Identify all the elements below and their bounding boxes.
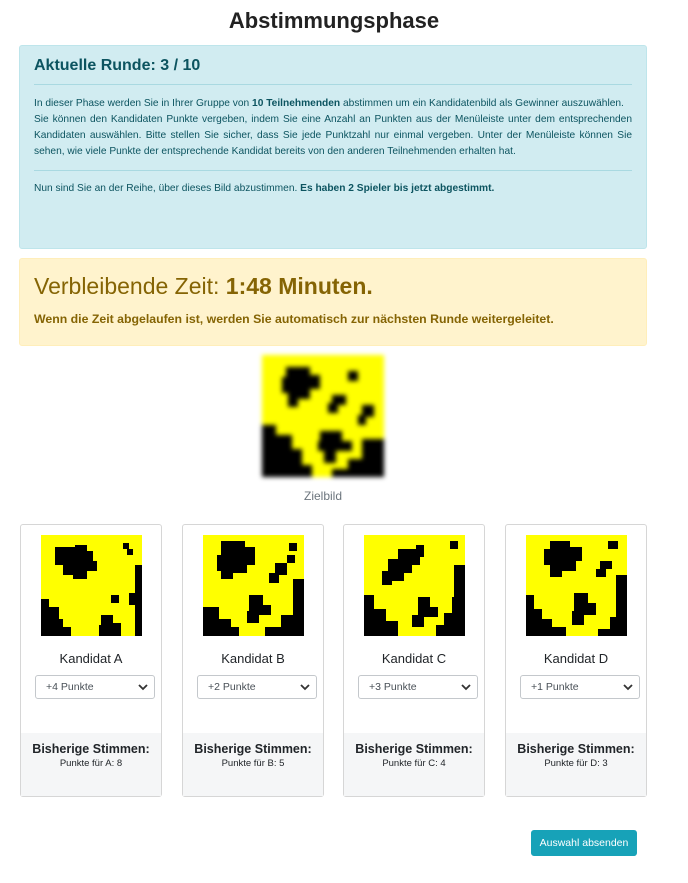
votes-footer: Bisherige Stimmen: Punkte für D: 3	[506, 733, 646, 796]
candidate-name: Kandidat D	[543, 651, 609, 666]
divider	[34, 84, 632, 85]
points-select-d[interactable]: +1 Punkte	[520, 675, 640, 699]
votes-text: Punkte für D: 3	[544, 758, 608, 769]
turn-text: Nun sind Sie an der Reihe, über dieses B…	[34, 183, 301, 194]
chevron-down-icon	[461, 684, 471, 691]
candidate-name: Kandidat B	[221, 651, 285, 666]
votes-text: Punkte für C: 4	[382, 758, 446, 769]
candidate-card-a: Kandidat A +4 Punkte Bisherige Stimmen: …	[20, 524, 162, 797]
remaining-time-value: 1:48 Minuten.	[225, 273, 373, 299]
points-select-a[interactable]: +4 Punkte	[35, 675, 155, 699]
remaining-time-prefix: Verbleibende Zeit:	[34, 273, 226, 299]
points-select-value: +2 Punkte	[208, 681, 256, 693]
candidate-card-d: Kandidat D +1 Punkte Bisherige Stimmen: …	[505, 524, 647, 797]
instructions-text: In dieser Phase werden Sie in Ihrer Grup…	[34, 96, 632, 160]
points-select-value: +4 Punkte	[46, 681, 94, 693]
participants-count: 10 Teilnehmenden	[252, 98, 341, 109]
instructions-details: Sie können den Kandidaten Punkte vergebe…	[34, 114, 632, 157]
candidate-image-d	[526, 535, 627, 636]
timer-note: Wenn die Zeit abgelaufen ist, werden Sie…	[34, 312, 554, 326]
votes-text: Punkte für B: 5	[221, 758, 285, 769]
round-info-panel: Aktuelle Runde: 3 / 10 In dieser Phase w…	[19, 45, 647, 249]
votes-title: Bisherige Stimmen:	[32, 742, 150, 756]
votes-footer: Bisherige Stimmen: Punkte für C: 4	[344, 733, 484, 796]
turn-info: Nun sind Sie an der Reihe, über dieses B…	[34, 181, 632, 197]
timer-panel: Verbleibende Zeit: 1:48 Minuten. Wenn di…	[19, 258, 647, 346]
votes-footer: Bisherige Stimmen: Punkte für B: 5	[183, 733, 323, 796]
target-caption: Zielbild	[303, 489, 342, 503]
candidate-image-b	[203, 535, 304, 636]
instructions-part: abstimmen um ein Kandidatenbild als Gewi…	[340, 98, 624, 109]
voted-count-text: Es haben 2 Spieler bis jetzt abgestimmt.	[300, 183, 495, 194]
submit-button[interactable]: Auswahl absenden	[531, 830, 637, 856]
candidate-card-c: Kandidat C +3 Punkte Bisherige Stimmen: …	[343, 524, 485, 797]
votes-text: Punkte für A: 8	[59, 758, 123, 769]
points-select-b[interactable]: +2 Punkte	[197, 675, 317, 699]
candidate-card-b: Kandidat B +2 Punkte Bisherige Stimmen: …	[182, 524, 324, 797]
page-title: Abstimmungsphase	[228, 8, 440, 33]
candidate-name: Kandidat A	[59, 651, 123, 666]
points-select-c[interactable]: +3 Punkte	[358, 675, 478, 699]
instructions-part: In dieser Phase werden Sie in Ihrer Grup…	[34, 98, 253, 109]
votes-title: Bisherige Stimmen:	[194, 742, 312, 756]
candidate-image-c	[364, 535, 465, 636]
votes-title: Bisherige Stimmen:	[355, 742, 473, 756]
round-label: Aktuelle Runde: 3 / 10	[34, 57, 201, 74]
votes-title: Bisherige Stimmen:	[517, 742, 635, 756]
points-select-value: +3 Punkte	[369, 681, 417, 693]
chevron-down-icon	[300, 684, 310, 691]
points-select-value: +1 Punkte	[531, 681, 579, 693]
remaining-time: Verbleibende Zeit: 1:48 Minuten.	[34, 259, 632, 300]
candidate-image-a	[41, 535, 142, 636]
chevron-down-icon	[138, 684, 148, 691]
target-image	[262, 355, 384, 477]
votes-footer: Bisherige Stimmen: Punkte für A: 8	[21, 733, 161, 796]
chevron-down-icon	[623, 684, 633, 691]
divider	[34, 170, 632, 171]
candidate-name: Kandidat C	[381, 651, 447, 666]
